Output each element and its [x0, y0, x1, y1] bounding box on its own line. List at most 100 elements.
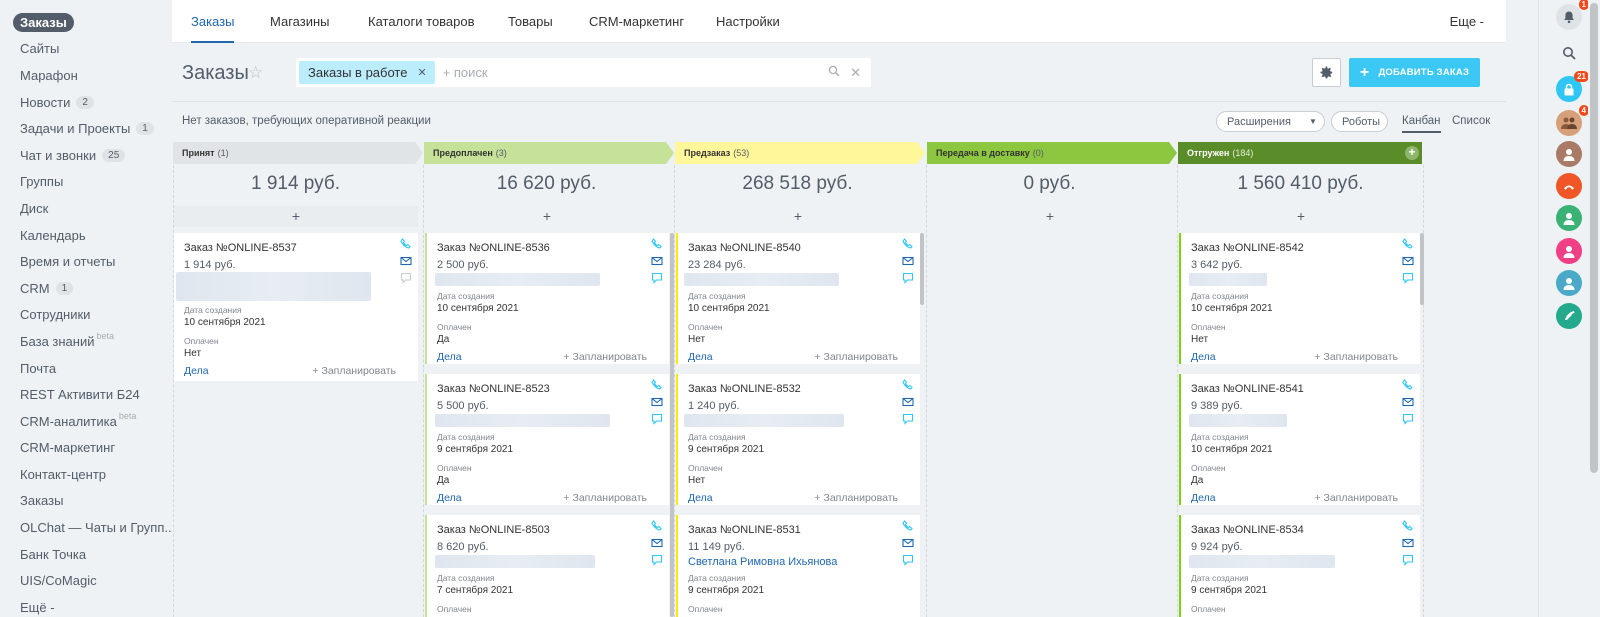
user-avatar-icon[interactable] [1556, 270, 1582, 296]
deals-link[interactable]: Дела [1191, 351, 1216, 363]
sidebar-item-orders[interactable]: Заказы [0, 9, 172, 36]
quick-add-button[interactable]: + [928, 206, 1172, 227]
chat-icon[interactable] [400, 272, 412, 284]
sidebar-item-orders-2[interactable]: Заказы [0, 488, 172, 515]
order-card[interactable]: Заказ №ONLINE-8542 3 642 руб. Дата созда… [1179, 233, 1420, 364]
mail-icon[interactable] [400, 255, 412, 267]
sidebar-item-more[interactable]: Ещё - [0, 594, 172, 617]
sidebar-item-rest[interactable]: REST Активити Б24 [0, 381, 172, 408]
mail-icon[interactable] [1402, 537, 1414, 549]
sidebar-item-bank[interactable]: Банк Точка [0, 541, 172, 568]
mail-icon[interactable] [651, 396, 663, 408]
phone-icon[interactable] [651, 520, 663, 532]
sidebar-item-sites[interactable]: Сайты [0, 36, 172, 63]
chat-icon[interactable] [1402, 554, 1414, 566]
mail-icon[interactable] [902, 396, 914, 408]
deals-link[interactable]: Дела [184, 365, 209, 377]
tab-shops[interactable]: Магазины [270, 0, 330, 43]
order-title[interactable]: Заказ №ONLINE-8542 [1191, 242, 1304, 254]
view-kanban[interactable]: Канбан [1402, 115, 1441, 133]
lock-icon[interactable]: 21 [1556, 71, 1589, 102]
deals-link[interactable]: Дела [437, 492, 462, 504]
phone-icon[interactable] [1402, 379, 1414, 391]
notification-bell-icon[interactable]: 1 [1556, 0, 1589, 30]
sidebar-item-groups[interactable]: Группы [0, 169, 172, 196]
plan-link[interactable]: + Запланировать [1314, 351, 1398, 363]
sidebar-item-contact-center[interactable]: Контакт-центр [0, 461, 172, 488]
phone-icon[interactable] [902, 238, 914, 250]
sidebar-item-crm-marketing[interactable]: CRM-маркетинг [0, 435, 172, 462]
order-card[interactable]: Заказ №ONLINE-8523 5 500 руб. Дата созда… [425, 374, 669, 505]
sidebar-item-disk[interactable]: Диск [0, 195, 172, 222]
sidebar-item-time[interactable]: Время и отчеты [0, 248, 172, 275]
mail-icon[interactable] [902, 537, 914, 549]
scrollbar-thumb[interactable] [1590, 3, 1598, 473]
user-avatar-icon[interactable] [1556, 141, 1582, 167]
order-card[interactable]: Заказ №ONLINE-8541 9 389 руб. Дата созда… [1179, 374, 1420, 505]
search-input[interactable]: + поиск [443, 65, 828, 80]
quick-add-button[interactable]: + [425, 206, 669, 227]
client-link[interactable]: Светлана Римовна Ихьянова [688, 556, 837, 568]
deals-link[interactable]: Дела [688, 351, 713, 363]
star-icon[interactable]: ☆ [248, 63, 263, 83]
plan-link[interactable]: + Запланировать [814, 351, 898, 363]
order-title[interactable]: Заказ №ONLINE-8536 [437, 242, 550, 254]
chat-icon[interactable] [902, 413, 914, 425]
column-header[interactable]: Передача в доставку (0) [927, 142, 1177, 164]
order-title[interactable]: Заказ №ONLINE-8541 [1191, 383, 1304, 395]
plan-link[interactable]: + Запланировать [1314, 492, 1398, 504]
search-icon[interactable] [828, 65, 840, 80]
chat-icon[interactable] [1402, 272, 1414, 284]
tab-catalogs[interactable]: Каталоги товаров [368, 0, 475, 43]
user-avatar-icon[interactable] [1556, 205, 1582, 231]
tab-products[interactable]: Товары [508, 0, 553, 43]
order-title[interactable]: Заказ №ONLINE-8503 [437, 524, 550, 536]
mail-icon[interactable] [651, 255, 663, 267]
tab-crm-marketing[interactable]: CRM-маркетинг [589, 0, 684, 43]
sidebar-item-uis[interactable]: UIS/CoMagic [0, 567, 172, 594]
phone-icon[interactable] [651, 379, 663, 391]
column-scrollbar[interactable] [1420, 233, 1424, 305]
order-title[interactable]: Заказ №ONLINE-8540 [688, 242, 801, 254]
column-header[interactable]: Отгружен (184) + [1178, 142, 1422, 164]
phone-icon[interactable] [651, 238, 663, 250]
sidebar-item-crm[interactable]: CRM 1 [0, 275, 172, 302]
deals-link[interactable]: Дела [688, 492, 713, 504]
robots-button[interactable]: Роботы [1331, 111, 1388, 132]
order-title[interactable]: Заказ №ONLINE-8531 [688, 524, 801, 536]
filter-search-bar[interactable]: Заказы в работе ✕ + поиск ✕ [296, 58, 871, 87]
sidebar-item-olchat[interactable]: OLChat — Чаты и Групп... [0, 514, 172, 541]
plan-link[interactable]: + Запланировать [312, 365, 396, 377]
order-card[interactable]: Заказ №ONLINE-8536 2 500 руб. Дата созда… [425, 233, 669, 364]
clear-icon[interactable]: ✕ [850, 65, 861, 81]
settings-button[interactable] [1312, 58, 1341, 87]
chat-icon[interactable] [651, 554, 663, 566]
chat-icon[interactable] [1402, 413, 1414, 425]
column-header[interactable]: Принят (1) [173, 142, 423, 164]
phone-icon[interactable] [902, 520, 914, 532]
group-avatar-icon[interactable]: 4 [1556, 105, 1589, 136]
order-title[interactable]: Заказ №ONLINE-8537 [184, 242, 297, 254]
plan-link[interactable]: + Запланировать [814, 492, 898, 504]
order-card[interactable]: Заказ №ONLINE-8503 8 620 руб. Дата созда… [425, 515, 669, 617]
page-scrollbar[interactable] [1588, 0, 1600, 617]
column-scrollbar[interactable] [670, 233, 674, 617]
phone-icon[interactable] [1402, 520, 1414, 532]
sidebar-item-employees[interactable]: Сотрудники [0, 302, 172, 329]
mail-icon[interactable] [1402, 255, 1414, 267]
sidebar-item-tasks[interactable]: Задачи и Проекты 1 [0, 115, 172, 142]
deals-link[interactable]: Дела [1191, 492, 1216, 504]
order-card[interactable]: Заказ №ONLINE-8537 1 914 руб. Дата созда… [174, 233, 418, 381]
order-card[interactable]: Заказ №ONLINE-8531 11 149 руб. Светлана … [676, 515, 920, 617]
quick-add-button[interactable]: + [1179, 206, 1423, 227]
sidebar-item-knowledge[interactable]: База знаний beta [0, 328, 172, 355]
caret-down-icon[interactable]: ▼ [1309, 117, 1317, 126]
phone-icon[interactable] [1556, 173, 1582, 199]
order-card[interactable]: Заказ №ONLINE-8532 1 240 руб. Дата созда… [676, 374, 920, 505]
chat-icon[interactable] [902, 554, 914, 566]
phone-icon[interactable] [1556, 303, 1582, 329]
order-title[interactable]: Заказ №ONLINE-8523 [437, 383, 550, 395]
phone-icon[interactable] [902, 379, 914, 391]
tab-orders[interactable]: Заказы [191, 0, 235, 43]
add-order-button[interactable]: + ДОБАВИТЬ ЗАКАЗ [1349, 58, 1480, 87]
